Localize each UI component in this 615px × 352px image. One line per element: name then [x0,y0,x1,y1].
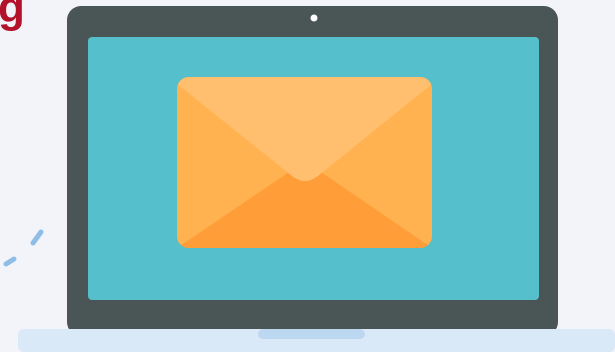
illustration-canvas: g [0,0,615,352]
laptop-base-notch [258,329,365,339]
camera-icon [310,14,318,22]
laptop-mail-illustration [3,6,615,352]
envelope-icon [177,77,432,248]
decor-marks [3,229,44,267]
corner-text: g [0,0,25,32]
